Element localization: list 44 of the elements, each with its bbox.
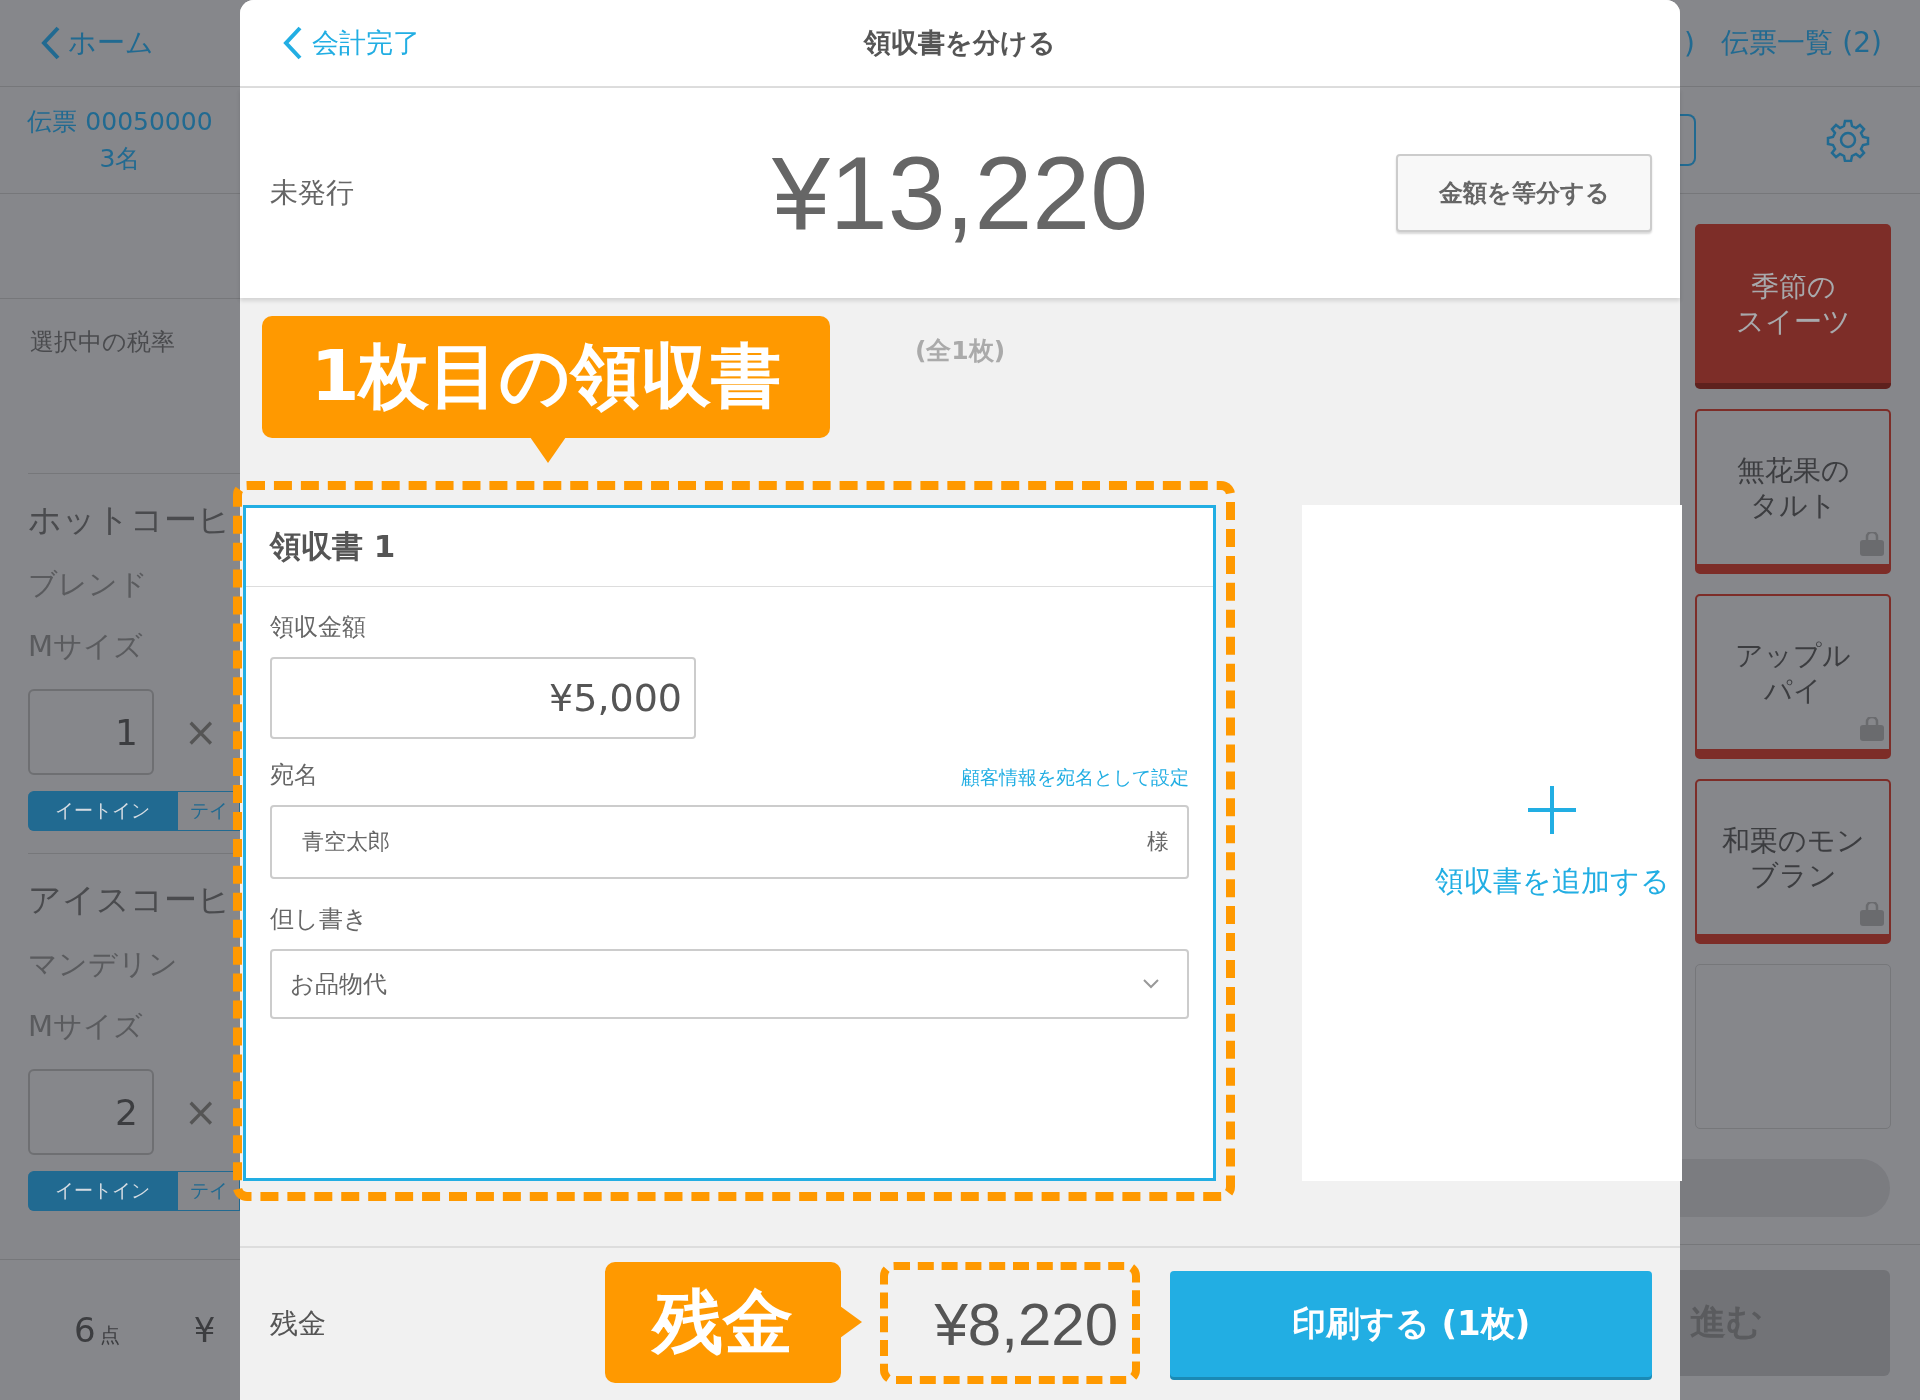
- callout-label: 残金: [605, 1262, 841, 1383]
- times-sign: ×: [184, 1089, 218, 1135]
- add-receipt-button[interactable]: 領収書を追加する: [1302, 505, 1682, 1181]
- slip-list-link[interactable]: 伝票一覧 (2): [1721, 24, 1882, 62]
- amount-field[interactable]: ¥5,000: [270, 657, 696, 739]
- balance-label: 残金: [270, 1306, 326, 1342]
- slip-number: 伝票 00050000: [27, 106, 213, 138]
- dining-mode-tab[interactable]: イートイン: [28, 791, 178, 831]
- quantity-field[interactable]: 2: [28, 1069, 154, 1155]
- customer-info-link[interactable]: 顧客情報を宛名として設定: [961, 765, 1189, 791]
- dining-mode-tab[interactable]: テイ: [178, 791, 240, 831]
- count-unit: 点: [99, 1321, 120, 1349]
- times-sign: ×: [184, 709, 218, 755]
- addressee-field[interactable]: 青空太郎 様: [270, 805, 1189, 879]
- modal-title: 領収書を分ける: [864, 26, 1056, 60]
- split-evenly-button[interactable]: 金額を等分する: [1396, 154, 1652, 232]
- addressee-label: 宛名: [270, 760, 318, 791]
- home-back-button[interactable]: ホーム: [40, 24, 154, 62]
- product-tile[interactable]: 無花果の タルト: [1695, 409, 1891, 574]
- quantity-field[interactable]: 1: [28, 689, 154, 775]
- product-tile[interactable]: 和栗のモン ブラン: [1695, 779, 1891, 944]
- category-tile[interactable]: 季節の スイーツ: [1695, 224, 1891, 389]
- receipt-count: (全1枚): [914, 335, 1006, 367]
- total-amount: ¥13,220: [772, 133, 1148, 253]
- receipt-title: 領収書 1: [270, 527, 396, 566]
- item-name: アイスコーヒ: [28, 879, 232, 921]
- tax-rate-label: 選択中の税率: [30, 327, 175, 358]
- honorific-text: 様: [1147, 828, 1169, 856]
- back-button[interactable]: 会計完了: [282, 25, 420, 61]
- item-name: ホットコーヒ: [28, 499, 232, 541]
- nav-text[interactable]: ): [1684, 26, 1695, 60]
- note-label: 但し書き: [270, 904, 369, 935]
- callout-label: 1枚目の領収書: [262, 316, 830, 438]
- guest-count: 3名: [99, 143, 141, 175]
- amount-label: 領収金額: [270, 612, 367, 643]
- print-button[interactable]: 印刷する (1枚): [1170, 1271, 1652, 1377]
- issue-status: 未発行: [270, 175, 354, 211]
- addressee-value: 青空太郎: [302, 828, 390, 856]
- balance-amount: ¥8,220: [934, 1289, 1118, 1359]
- product-tile[interactable]: アップル パイ: [1695, 594, 1891, 759]
- dining-mode-tab[interactable]: イートイン: [28, 1171, 178, 1211]
- note-dropdown[interactable]: お品物代: [270, 949, 1189, 1019]
- item-count: 6: [74, 1310, 96, 1350]
- total-amount: ¥: [193, 1310, 216, 1350]
